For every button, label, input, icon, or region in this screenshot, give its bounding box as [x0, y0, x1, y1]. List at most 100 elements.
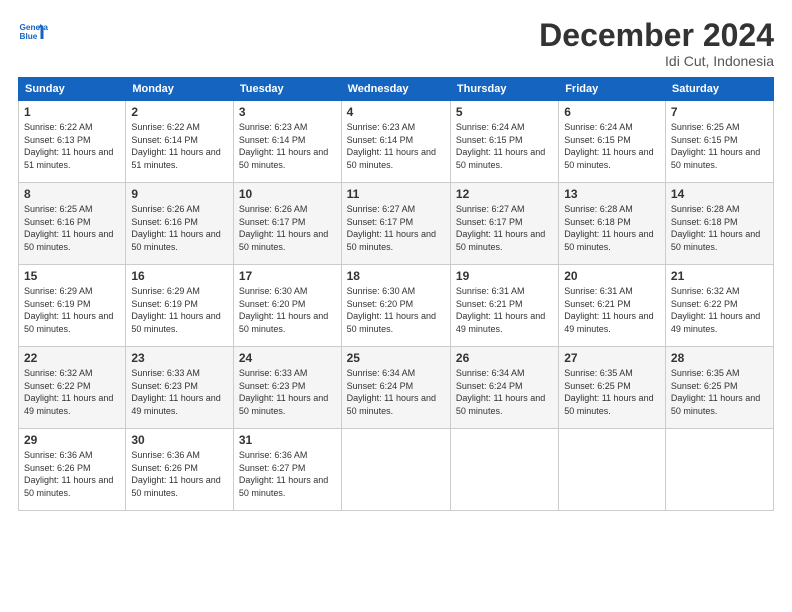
svg-text:General: General	[20, 23, 49, 32]
day-info: Sunrise: 6:24 AM Sunset: 6:15 PM Dayligh…	[456, 121, 553, 171]
day-number: 29	[24, 433, 120, 447]
col-thursday: Thursday	[450, 78, 558, 101]
day-info: Sunrise: 6:22 AM Sunset: 6:14 PM Dayligh…	[131, 121, 228, 171]
table-row: 26 Sunrise: 6:34 AM Sunset: 6:24 PM Dayl…	[450, 347, 558, 429]
table-row: 4 Sunrise: 6:23 AM Sunset: 6:14 PM Dayli…	[341, 101, 450, 183]
table-row: 7 Sunrise: 6:25 AM Sunset: 6:15 PM Dayli…	[665, 101, 773, 183]
logo: General Blue	[18, 18, 48, 48]
calendar-header-row: Sunday Monday Tuesday Wednesday Thursday…	[19, 78, 774, 101]
day-info: Sunrise: 6:27 AM Sunset: 6:17 PM Dayligh…	[456, 203, 553, 253]
table-row: 16 Sunrise: 6:29 AM Sunset: 6:19 PM Dayl…	[126, 265, 234, 347]
day-number: 31	[239, 433, 336, 447]
calendar: Sunday Monday Tuesday Wednesday Thursday…	[18, 77, 774, 511]
day-info: Sunrise: 6:25 AM Sunset: 6:16 PM Dayligh…	[24, 203, 120, 253]
calendar-week-5: 29 Sunrise: 6:36 AM Sunset: 6:26 PM Dayl…	[19, 429, 774, 511]
day-info: Sunrise: 6:24 AM Sunset: 6:15 PM Dayligh…	[564, 121, 660, 171]
day-number: 9	[131, 187, 228, 201]
table-row: 21 Sunrise: 6:32 AM Sunset: 6:22 PM Dayl…	[665, 265, 773, 347]
day-number: 17	[239, 269, 336, 283]
day-number: 1	[24, 105, 120, 119]
table-row	[450, 429, 558, 511]
day-number: 30	[131, 433, 228, 447]
table-row: 19 Sunrise: 6:31 AM Sunset: 6:21 PM Dayl…	[450, 265, 558, 347]
day-info: Sunrise: 6:30 AM Sunset: 6:20 PM Dayligh…	[347, 285, 445, 335]
day-number: 10	[239, 187, 336, 201]
table-row: 10 Sunrise: 6:26 AM Sunset: 6:17 PM Dayl…	[233, 183, 341, 265]
table-row: 8 Sunrise: 6:25 AM Sunset: 6:16 PM Dayli…	[19, 183, 126, 265]
day-info: Sunrise: 6:28 AM Sunset: 6:18 PM Dayligh…	[671, 203, 768, 253]
logo-icon: General Blue	[18, 18, 48, 48]
day-number: 28	[671, 351, 768, 365]
day-number: 19	[456, 269, 553, 283]
day-number: 5	[456, 105, 553, 119]
table-row: 5 Sunrise: 6:24 AM Sunset: 6:15 PM Dayli…	[450, 101, 558, 183]
table-row	[665, 429, 773, 511]
day-info: Sunrise: 6:30 AM Sunset: 6:20 PM Dayligh…	[239, 285, 336, 335]
table-row: 30 Sunrise: 6:36 AM Sunset: 6:26 PM Dayl…	[126, 429, 234, 511]
day-info: Sunrise: 6:26 AM Sunset: 6:16 PM Dayligh…	[131, 203, 228, 253]
day-number: 14	[671, 187, 768, 201]
table-row: 28 Sunrise: 6:35 AM Sunset: 6:25 PM Dayl…	[665, 347, 773, 429]
day-info: Sunrise: 6:25 AM Sunset: 6:15 PM Dayligh…	[671, 121, 768, 171]
day-info: Sunrise: 6:27 AM Sunset: 6:17 PM Dayligh…	[347, 203, 445, 253]
table-row: 3 Sunrise: 6:23 AM Sunset: 6:14 PM Dayli…	[233, 101, 341, 183]
day-info: Sunrise: 6:29 AM Sunset: 6:19 PM Dayligh…	[131, 285, 228, 335]
table-row: 6 Sunrise: 6:24 AM Sunset: 6:15 PM Dayli…	[559, 101, 666, 183]
col-sunday: Sunday	[19, 78, 126, 101]
table-row	[341, 429, 450, 511]
table-row: 1 Sunrise: 6:22 AM Sunset: 6:13 PM Dayli…	[19, 101, 126, 183]
day-info: Sunrise: 6:35 AM Sunset: 6:25 PM Dayligh…	[671, 367, 768, 417]
day-number: 3	[239, 105, 336, 119]
calendar-week-1: 1 Sunrise: 6:22 AM Sunset: 6:13 PM Dayli…	[19, 101, 774, 183]
col-saturday: Saturday	[665, 78, 773, 101]
day-info: Sunrise: 6:23 AM Sunset: 6:14 PM Dayligh…	[239, 121, 336, 171]
day-number: 8	[24, 187, 120, 201]
day-info: Sunrise: 6:34 AM Sunset: 6:24 PM Dayligh…	[347, 367, 445, 417]
day-info: Sunrise: 6:32 AM Sunset: 6:22 PM Dayligh…	[671, 285, 768, 335]
day-number: 27	[564, 351, 660, 365]
day-info: Sunrise: 6:29 AM Sunset: 6:19 PM Dayligh…	[24, 285, 120, 335]
table-row: 18 Sunrise: 6:30 AM Sunset: 6:20 PM Dayl…	[341, 265, 450, 347]
header: General Blue December 2024 Idi Cut, Indo…	[18, 18, 774, 69]
table-row: 29 Sunrise: 6:36 AM Sunset: 6:26 PM Dayl…	[19, 429, 126, 511]
day-number: 12	[456, 187, 553, 201]
day-number: 6	[564, 105, 660, 119]
day-info: Sunrise: 6:35 AM Sunset: 6:25 PM Dayligh…	[564, 367, 660, 417]
table-row: 2 Sunrise: 6:22 AM Sunset: 6:14 PM Dayli…	[126, 101, 234, 183]
day-info: Sunrise: 6:31 AM Sunset: 6:21 PM Dayligh…	[456, 285, 553, 335]
day-info: Sunrise: 6:36 AM Sunset: 6:26 PM Dayligh…	[24, 449, 120, 499]
table-row	[559, 429, 666, 511]
table-row: 13 Sunrise: 6:28 AM Sunset: 6:18 PM Dayl…	[559, 183, 666, 265]
subtitle: Idi Cut, Indonesia	[539, 53, 774, 69]
day-number: 15	[24, 269, 120, 283]
day-number: 26	[456, 351, 553, 365]
svg-text:Blue: Blue	[20, 32, 38, 41]
calendar-week-3: 15 Sunrise: 6:29 AM Sunset: 6:19 PM Dayl…	[19, 265, 774, 347]
day-info: Sunrise: 6:36 AM Sunset: 6:26 PM Dayligh…	[131, 449, 228, 499]
day-number: 4	[347, 105, 445, 119]
day-number: 20	[564, 269, 660, 283]
table-row: 17 Sunrise: 6:30 AM Sunset: 6:20 PM Dayl…	[233, 265, 341, 347]
title-block: December 2024 Idi Cut, Indonesia	[539, 18, 774, 69]
day-number: 11	[347, 187, 445, 201]
table-row: 22 Sunrise: 6:32 AM Sunset: 6:22 PM Dayl…	[19, 347, 126, 429]
day-info: Sunrise: 6:23 AM Sunset: 6:14 PM Dayligh…	[347, 121, 445, 171]
col-wednesday: Wednesday	[341, 78, 450, 101]
table-row: 9 Sunrise: 6:26 AM Sunset: 6:16 PM Dayli…	[126, 183, 234, 265]
day-number: 16	[131, 269, 228, 283]
day-info: Sunrise: 6:22 AM Sunset: 6:13 PM Dayligh…	[24, 121, 120, 171]
table-row: 25 Sunrise: 6:34 AM Sunset: 6:24 PM Dayl…	[341, 347, 450, 429]
table-row: 24 Sunrise: 6:33 AM Sunset: 6:23 PM Dayl…	[233, 347, 341, 429]
table-row: 11 Sunrise: 6:27 AM Sunset: 6:17 PM Dayl…	[341, 183, 450, 265]
day-info: Sunrise: 6:31 AM Sunset: 6:21 PM Dayligh…	[564, 285, 660, 335]
table-row: 12 Sunrise: 6:27 AM Sunset: 6:17 PM Dayl…	[450, 183, 558, 265]
day-info: Sunrise: 6:34 AM Sunset: 6:24 PM Dayligh…	[456, 367, 553, 417]
day-number: 24	[239, 351, 336, 365]
day-number: 18	[347, 269, 445, 283]
day-number: 25	[347, 351, 445, 365]
table-row: 15 Sunrise: 6:29 AM Sunset: 6:19 PM Dayl…	[19, 265, 126, 347]
day-info: Sunrise: 6:28 AM Sunset: 6:18 PM Dayligh…	[564, 203, 660, 253]
day-info: Sunrise: 6:36 AM Sunset: 6:27 PM Dayligh…	[239, 449, 336, 499]
day-number: 22	[24, 351, 120, 365]
day-number: 2	[131, 105, 228, 119]
